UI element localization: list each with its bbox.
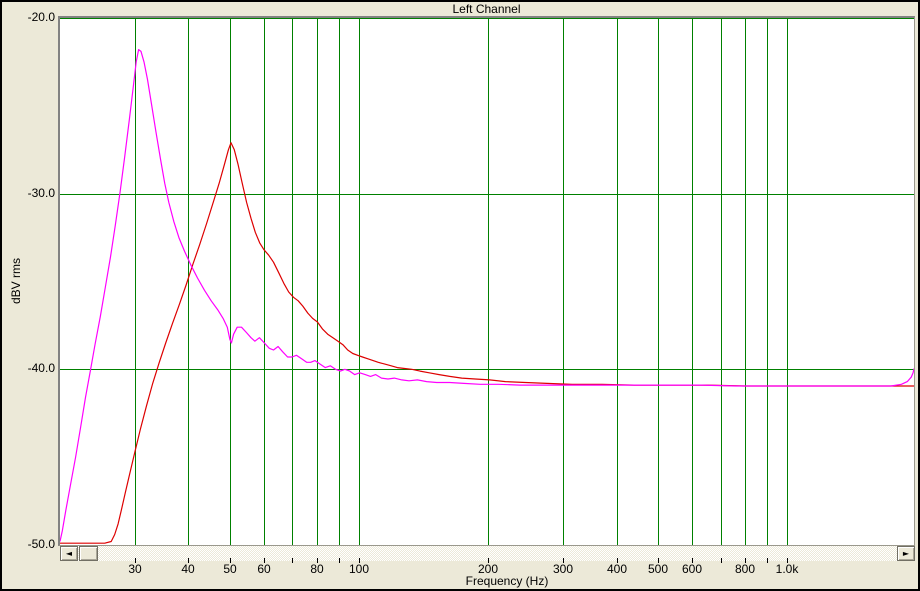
left-arrow-icon: ◄ [65,548,73,558]
scrollbar-track[interactable] [60,546,897,561]
scroll-left-button[interactable]: ◄ [60,546,78,561]
x-tick-label: 30 [128,562,142,576]
chart-title: Left Channel [452,2,521,16]
y-axis-title: dBV rms [9,258,23,305]
right-arrow-icon: ► [902,548,910,558]
y-tick-label: -20.0 [27,10,55,24]
spectrum-plot [60,18,914,545]
plot-area [58,16,915,546]
y-tick-label: -50.0 [27,537,55,551]
scrollbar-thumb[interactable] [79,546,98,561]
y-tick-label: -40.0 [27,361,55,376]
analyzer-window: Left Channel dBV rms -20.0 -30.0 -40.0 -50.… [0,0,920,591]
x-tick-label: 600 [681,562,703,576]
x-axis-title: Frequency (Hz) [465,574,549,588]
x-tick-label: 1.0k [775,562,799,576]
x-tick-label: 60 [257,562,271,576]
y-tick-label: -30.0 [27,185,55,200]
scroll-right-button[interactable]: ► [897,546,915,561]
x-tick-label: 100 [348,562,370,576]
